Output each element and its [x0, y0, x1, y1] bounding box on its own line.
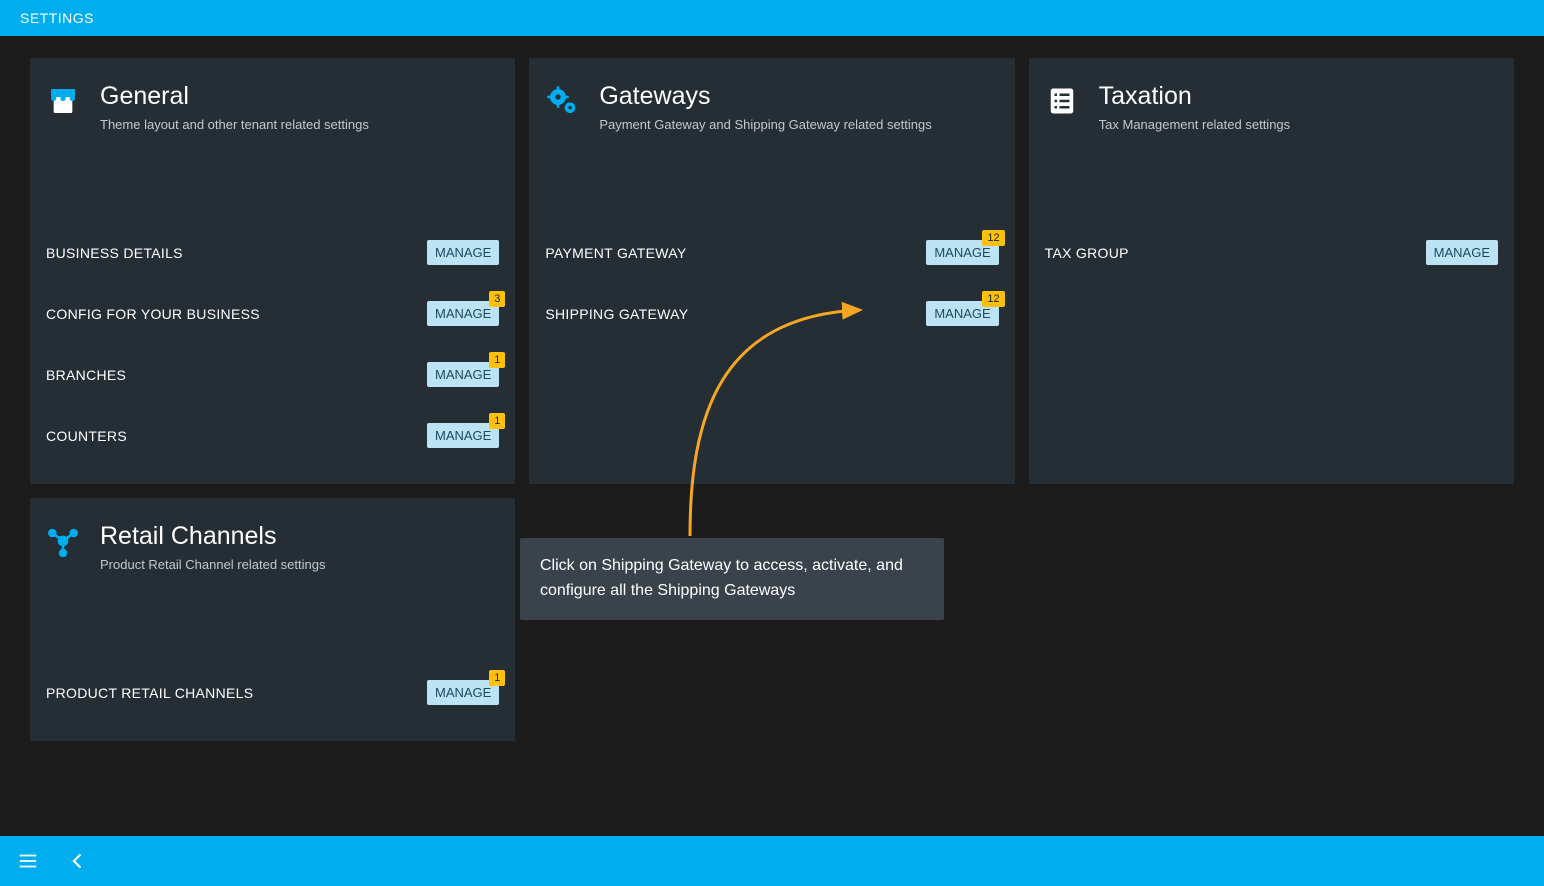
- card-header-retail: Retail Channels Product Retail Channel r…: [40, 522, 505, 572]
- row-business-details: BUSINESS DETAILS MANAGE: [40, 222, 505, 283]
- card-header-taxation: Taxation Tax Management related settings: [1039, 82, 1504, 132]
- row-product-retail-channels: PRODUCT RETAIL CHANNELS MANAGE 1: [40, 662, 505, 723]
- manage-product-retail-channels-button[interactable]: MANAGE 1: [427, 680, 499, 705]
- label-business-details: BUSINESS DETAILS: [46, 245, 183, 261]
- card-title-gateways: Gateways: [599, 82, 931, 111]
- manage-counters-button[interactable]: MANAGE 1: [427, 423, 499, 448]
- card-title-taxation: Taxation: [1099, 82, 1291, 111]
- card-taxation: Taxation Tax Management related settings…: [1029, 58, 1514, 484]
- footer-bar: [0, 836, 1544, 886]
- card-subtitle-general: Theme layout and other tenant related se…: [100, 117, 369, 132]
- card-subtitle-taxation: Tax Management related settings: [1099, 117, 1291, 132]
- badge-config-business: 3: [489, 291, 505, 307]
- label-branches: BRANCHES: [46, 367, 126, 383]
- badge-branches: 1: [489, 352, 505, 368]
- page-header: SETTINGS: [0, 0, 1544, 36]
- menu-icon[interactable]: [16, 849, 40, 873]
- row-tax-group: TAX GROUP MANAGE: [1039, 222, 1504, 283]
- manage-tax-group-button[interactable]: MANAGE: [1426, 240, 1498, 265]
- label-tax-group: TAX GROUP: [1045, 245, 1129, 261]
- manage-business-details-button[interactable]: MANAGE: [427, 240, 499, 265]
- card-retail-channels: Retail Channels Product Retail Channel r…: [30, 498, 515, 741]
- row-branches: BRANCHES MANAGE 1: [40, 344, 505, 405]
- manage-payment-gateway-button[interactable]: MANAGE 12: [926, 240, 998, 265]
- label-shipping-gateway: SHIPPING GATEWAY: [545, 306, 688, 322]
- page-title: SETTINGS: [20, 10, 94, 26]
- store-icon: [46, 84, 80, 118]
- row-payment-gateway: PAYMENT GATEWAY MANAGE 12: [539, 222, 1004, 283]
- label-config-business: CONFIG FOR YOUR BUSINESS: [46, 306, 260, 322]
- row-shipping-gateway: SHIPPING GATEWAY MANAGE 12: [539, 283, 1004, 344]
- manage-branches-button[interactable]: MANAGE 1: [427, 362, 499, 387]
- card-subtitle-retail: Product Retail Channel related settings: [100, 557, 325, 572]
- card-title-general: General: [100, 82, 369, 111]
- label-counters: COUNTERS: [46, 428, 127, 444]
- row-counters: COUNTERS MANAGE 1: [40, 405, 505, 466]
- card-header-gateways: Gateways Payment Gateway and Shipping Ga…: [539, 82, 1004, 132]
- badge-product-retail-channels: 1: [489, 670, 505, 686]
- card-gateways: Gateways Payment Gateway and Shipping Ga…: [529, 58, 1014, 484]
- annotation-tooltip: Click on Shipping Gateway to access, act…: [520, 538, 944, 620]
- row-config-business: CONFIG FOR YOUR BUSINESS MANAGE 3: [40, 283, 505, 344]
- badge-counters: 1: [489, 413, 505, 429]
- label-payment-gateway: PAYMENT GATEWAY: [545, 245, 686, 261]
- card-header-general: General Theme layout and other tenant re…: [40, 82, 505, 132]
- manage-shipping-gateway-button[interactable]: MANAGE 12: [926, 301, 998, 326]
- network-icon: [46, 524, 80, 558]
- back-icon[interactable]: [66, 849, 90, 873]
- label-product-retail-channels: PRODUCT RETAIL CHANNELS: [46, 685, 253, 701]
- badge-shipping-gateway: 12: [982, 291, 1004, 307]
- card-title-retail: Retail Channels: [100, 522, 325, 551]
- list-icon: [1045, 84, 1079, 118]
- annotation-text: Click on Shipping Gateway to access, act…: [540, 557, 903, 599]
- card-general: General Theme layout and other tenant re…: [30, 58, 515, 484]
- settings-grid: General Theme layout and other tenant re…: [0, 36, 1544, 763]
- badge-payment-gateway: 12: [982, 230, 1004, 246]
- manage-config-business-button[interactable]: MANAGE 3: [427, 301, 499, 326]
- card-subtitle-gateways: Payment Gateway and Shipping Gateway rel…: [599, 117, 931, 132]
- gears-icon: [545, 84, 579, 118]
